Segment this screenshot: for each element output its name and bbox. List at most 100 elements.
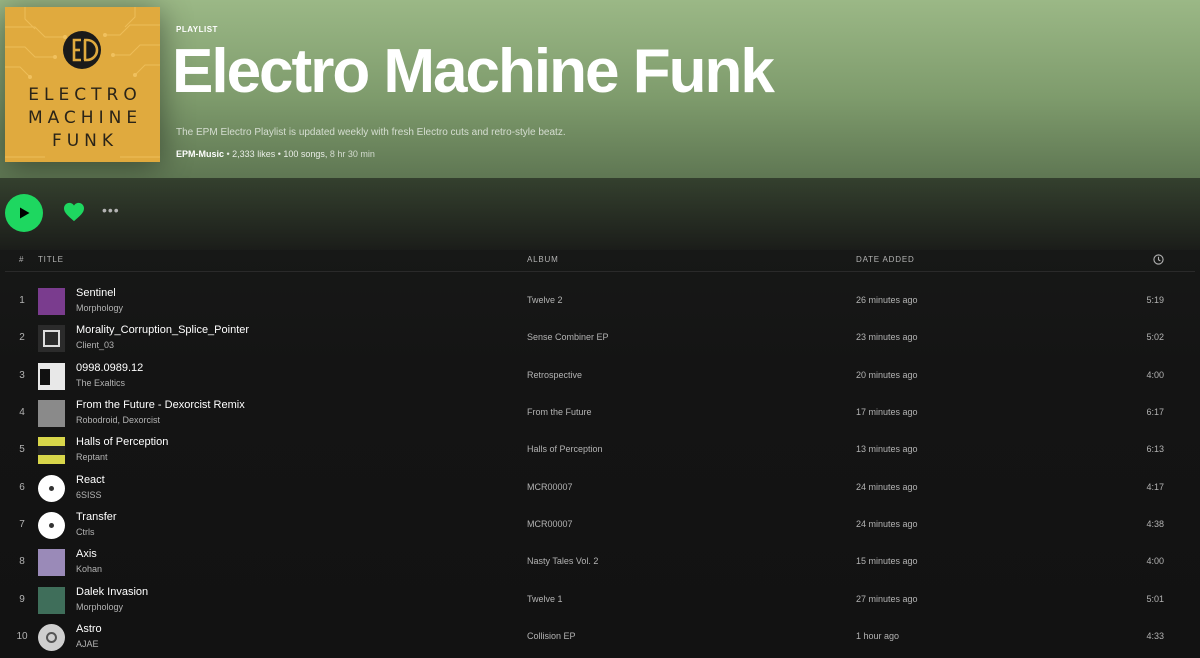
track-row[interactable]: 5 Halls of Perception Reptant Halls of Perc… bbox=[0, 432, 1200, 469]
track-date-added: 15 minutes ago bbox=[856, 556, 918, 566]
track-number: 4 bbox=[19, 407, 25, 418]
track-date-added: 17 minutes ago bbox=[856, 407, 918, 417]
column-header-duration[interactable] bbox=[1153, 254, 1164, 267]
track-artist-link[interactable]: Client_03 bbox=[76, 340, 114, 350]
track-row[interactable]: 4 From the Future - Dexorcist Remix Robodr… bbox=[0, 395, 1200, 432]
track-duration: 4:33 bbox=[1146, 631, 1164, 641]
track-title-link[interactable]: React bbox=[76, 474, 105, 486]
track-date-added: 20 minutes ago bbox=[856, 370, 918, 380]
track-number: 10 bbox=[16, 631, 28, 642]
track-album-art[interactable] bbox=[38, 400, 65, 427]
track-title-link[interactable]: Axis bbox=[76, 548, 97, 560]
track-album-link[interactable]: Halls of Perception bbox=[527, 444, 603, 454]
track-album-art[interactable] bbox=[38, 288, 65, 315]
track-title-link[interactable]: Sentinel bbox=[76, 287, 116, 299]
track-number: 7 bbox=[19, 519, 25, 530]
track-album-link[interactable]: Twelve 1 bbox=[527, 594, 563, 604]
track-title-link[interactable]: 0998.0989.12 bbox=[76, 362, 143, 374]
track-row[interactable]: 10 Astro AJAE Collision EP 1 hour ago 4:33 bbox=[0, 619, 1200, 656]
track-number: 8 bbox=[19, 556, 25, 567]
track-date-added: 23 minutes ago bbox=[856, 332, 918, 342]
track-album-link[interactable]: MCR00007 bbox=[527, 482, 573, 492]
heart-icon bbox=[64, 202, 84, 222]
track-album-link[interactable]: Collision EP bbox=[527, 631, 576, 641]
track-album-link[interactable]: Sense Combiner EP bbox=[527, 332, 609, 342]
track-album-art[interactable] bbox=[38, 475, 65, 502]
track-album-link[interactable]: Twelve 2 bbox=[527, 295, 563, 305]
more-options-button[interactable]: ••• bbox=[102, 203, 122, 217]
track-album-art[interactable] bbox=[38, 624, 65, 651]
track-number: 6 bbox=[19, 482, 25, 493]
track-date-added: 13 minutes ago bbox=[856, 444, 918, 454]
track-album-art[interactable] bbox=[38, 325, 65, 352]
play-icon bbox=[20, 207, 30, 219]
playlist-meta: EPM-Music • 2,333 likes • 100 songs, 8 h… bbox=[176, 149, 375, 159]
like-button[interactable] bbox=[63, 202, 85, 222]
track-row[interactable]: 2 Morality_Corruption_Splice_Pointer Clien… bbox=[0, 320, 1200, 357]
track-artist-link[interactable]: Morphology bbox=[76, 602, 123, 612]
track-date-added: 24 minutes ago bbox=[856, 482, 918, 492]
track-duration: 6:17 bbox=[1146, 407, 1164, 417]
track-album-link[interactable]: Retrospective bbox=[527, 370, 582, 380]
track-album-art[interactable] bbox=[38, 363, 65, 390]
track-artist-link[interactable]: Kohan bbox=[76, 564, 102, 574]
track-row[interactable]: 6 React 6SISS MCR00007 24 minutes ago 4:17 bbox=[0, 470, 1200, 507]
playlist-type-label: PLAYLIST bbox=[176, 25, 218, 34]
track-date-added: 27 minutes ago bbox=[856, 594, 918, 604]
track-date-added: 1 hour ago bbox=[856, 631, 900, 641]
track-artist-link[interactable]: Robodroid, Dexorcist bbox=[76, 415, 160, 425]
track-artist-link[interactable]: Ctrls bbox=[76, 527, 95, 537]
track-duration: 5:01 bbox=[1146, 594, 1164, 604]
column-header-album[interactable]: ALBUM bbox=[527, 255, 559, 264]
column-header-number: # bbox=[19, 255, 25, 264]
track-title-link[interactable]: Halls of Perception bbox=[76, 436, 168, 448]
track-artist-link[interactable]: Morphology bbox=[76, 303, 123, 313]
cover-text-line-2: MACHINE bbox=[27, 108, 143, 128]
clock-icon bbox=[1153, 254, 1164, 265]
track-title-link[interactable]: Astro bbox=[76, 623, 102, 635]
playlist-duration: 8 hr 30 min bbox=[327, 149, 375, 159]
cover-text-line-3: FUNK bbox=[51, 131, 119, 151]
track-row[interactable]: 3 0998.0989.12 The Exaltics Retrospective 20… bbox=[0, 358, 1200, 395]
track-artist-link[interactable]: Reptant bbox=[76, 452, 108, 462]
track-album-art[interactable] bbox=[38, 512, 65, 539]
playlist-owner-link[interactable]: EPM-Music bbox=[176, 149, 224, 159]
track-row[interactable]: 9 Dalek Invasion Morphology Twelve 1 27 minu… bbox=[0, 582, 1200, 619]
track-duration: 4:00 bbox=[1146, 370, 1164, 380]
track-artist-link[interactable]: The Exaltics bbox=[76, 378, 125, 388]
track-artist-link[interactable]: 6SISS bbox=[76, 490, 102, 500]
track-title-link[interactable]: Morality_Corruption_Splice_Pointer bbox=[76, 324, 249, 336]
track-number: 1 bbox=[19, 295, 25, 306]
track-title-link[interactable]: Dalek Invasion bbox=[76, 586, 148, 598]
track-number: 9 bbox=[19, 594, 25, 605]
playlist-description: The EPM Electro Playlist is updated week… bbox=[176, 127, 566, 138]
track-duration: 4:38 bbox=[1146, 519, 1164, 529]
track-row[interactable]: 8 Axis Kohan Nasty Tales Vol. 2 15 minutes a… bbox=[0, 544, 1200, 581]
cover-text-line-1: ELECTRO bbox=[28, 85, 142, 105]
track-album-link[interactable]: From the Future bbox=[527, 407, 592, 417]
header-divider bbox=[5, 271, 1195, 272]
track-date-added: 24 minutes ago bbox=[856, 519, 918, 529]
track-date-added: 26 minutes ago bbox=[856, 295, 918, 305]
track-number: 2 bbox=[19, 332, 25, 343]
track-number: 5 bbox=[19, 444, 25, 455]
track-title-link[interactable]: Transfer bbox=[76, 511, 117, 523]
track-album-art[interactable] bbox=[38, 549, 65, 576]
track-artist-link[interactable]: AJAE bbox=[76, 639, 99, 649]
track-row[interactable]: 7 Transfer Ctrls MCR00007 24 minutes ago 4:38 bbox=[0, 507, 1200, 544]
column-header-title[interactable]: TITLE bbox=[38, 255, 64, 264]
play-button[interactable] bbox=[5, 194, 43, 232]
track-album-link[interactable]: MCR00007 bbox=[527, 519, 573, 529]
column-header-date-added[interactable]: DATE ADDED bbox=[856, 255, 915, 264]
track-duration: 5:19 bbox=[1146, 295, 1164, 305]
track-duration: 4:17 bbox=[1146, 482, 1164, 492]
track-duration: 4:00 bbox=[1146, 556, 1164, 566]
playlist-cover[interactable]: ELECTRO MACHINE FUNK bbox=[5, 7, 160, 162]
action-bar bbox=[0, 178, 1200, 258]
track-row[interactable]: 1 Sentinel Morphology Twelve 2 26 minutes ag… bbox=[0, 283, 1200, 320]
track-album-art[interactable] bbox=[38, 437, 65, 464]
track-album-art[interactable] bbox=[38, 587, 65, 614]
track-title-link[interactable]: From the Future - Dexorcist Remix bbox=[76, 399, 245, 411]
playlist-stats: • 2,333 likes • 100 songs, bbox=[224, 149, 328, 159]
track-album-link[interactable]: Nasty Tales Vol. 2 bbox=[527, 556, 598, 566]
